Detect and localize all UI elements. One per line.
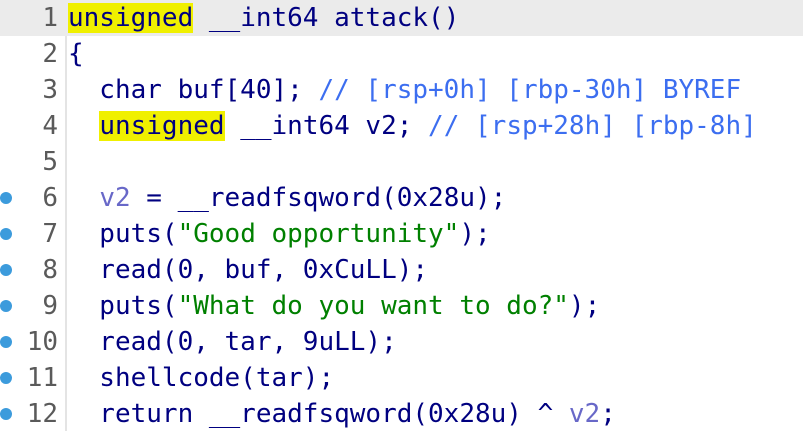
code-line[interactable]: 6 v2 = __readfsqword(0x28u); bbox=[0, 180, 803, 216]
code-token: read(0, tar, 9uLL); bbox=[68, 327, 397, 357]
code-token: ; bbox=[600, 399, 616, 429]
breakpoint-dot-icon[interactable] bbox=[0, 228, 12, 240]
code-line[interactable]: 11 shellcode(tar); bbox=[0, 360, 803, 396]
breakpoint-dot-icon[interactable] bbox=[0, 192, 12, 204]
code-token: "What do you want to do?" bbox=[177, 291, 569, 321]
code-token: { bbox=[68, 39, 84, 69]
line-number: 10 bbox=[26, 327, 58, 357]
code-text: shellcode(tar); bbox=[68, 360, 334, 396]
code-token: __int64 attack() bbox=[193, 3, 460, 33]
code-token: ); bbox=[459, 219, 491, 249]
code-line[interactable]: 3 char buf[40]; // [rsp+0h] [rbp-30h] BY… bbox=[0, 72, 803, 108]
code-token: char buf[40]; bbox=[68, 75, 319, 105]
code-token: = __readfsqword(0x28u); bbox=[130, 183, 507, 213]
line-number: 6 bbox=[42, 183, 58, 213]
line-number: 11 bbox=[26, 363, 58, 393]
breakpoint-dot-icon[interactable] bbox=[0, 372, 12, 384]
line-number: 3 bbox=[42, 75, 58, 105]
code-line[interactable]: 10 read(0, tar, 9uLL); bbox=[0, 324, 803, 360]
code-line[interactable]: 9 puts("What do you want to do?"); bbox=[0, 288, 803, 324]
code-text: puts("Good opportunity"); bbox=[68, 216, 491, 252]
code-text: unsigned __int64 attack() bbox=[68, 0, 459, 36]
line-number: 1 bbox=[42, 3, 58, 33]
code-line[interactable]: 1 unsigned __int64 attack() bbox=[0, 0, 803, 36]
breakpoint-dot-icon[interactable] bbox=[0, 336, 12, 348]
breakpoint-dot-icon[interactable] bbox=[0, 408, 12, 420]
code-token: // [rsp+0h] [rbp-30h] BYREF bbox=[318, 75, 742, 105]
line-number: 7 bbox=[42, 219, 58, 249]
code-line[interactable]: 4 unsigned __int64 v2; // [rsp+28h] [rbp… bbox=[0, 108, 803, 144]
code-token: // [rsp+28h] [rbp-8h] bbox=[428, 111, 757, 141]
code-text: puts("What do you want to do?"); bbox=[68, 288, 600, 324]
code-token: read(0, buf, 0xCuLL); bbox=[68, 255, 429, 285]
code-token: return __readfsqword(0x28u) ^ bbox=[68, 399, 569, 429]
code-token: puts( bbox=[68, 219, 178, 249]
code-text: read(0, tar, 9uLL); bbox=[68, 324, 397, 360]
code-token: ); bbox=[568, 291, 601, 321]
code-text: unsigned __int64 v2; // [rsp+28h] [rbp-8… bbox=[68, 108, 757, 144]
code-line[interactable]: 2{ bbox=[0, 36, 803, 72]
code-text: char buf[40]; // [rsp+0h] [rbp-30h] BYRE… bbox=[68, 72, 741, 108]
code-text: return __readfsqword(0x28u) ^ v2; bbox=[68, 396, 616, 431]
code-token: puts( bbox=[68, 291, 178, 321]
pseudocode-editor[interactable]: 1 unsigned __int64 attack() 2{3 char buf[4… bbox=[0, 0, 803, 431]
code-line[interactable]: 8 read(0, buf, 0xCuLL); bbox=[0, 252, 803, 288]
line-number: 2 bbox=[42, 39, 58, 69]
breakpoint-dot-icon[interactable] bbox=[0, 264, 12, 276]
code-token: v2 bbox=[568, 399, 601, 429]
line-number: 9 bbox=[42, 291, 58, 321]
code-line[interactable]: 12 return __readfsqword(0x28u) ^ v2; bbox=[0, 396, 803, 431]
code-token: unsigned bbox=[99, 111, 225, 141]
code-token: __int64 v2; bbox=[224, 111, 429, 141]
code-text: read(0, buf, 0xCuLL); bbox=[68, 252, 428, 288]
code-line[interactable]: 5 bbox=[0, 144, 803, 180]
code-text: { bbox=[68, 36, 84, 72]
line-number: 4 bbox=[42, 111, 58, 141]
line-number: 5 bbox=[42, 147, 58, 177]
line-number: 12 bbox=[26, 399, 58, 429]
code-line[interactable]: 7 puts("Good opportunity"); bbox=[0, 216, 803, 252]
code-token: v2 bbox=[99, 183, 131, 213]
line-number: 8 bbox=[42, 255, 58, 285]
code-token: unsigned bbox=[68, 3, 194, 33]
code-token: shellcode(tar); bbox=[68, 363, 335, 393]
breakpoint-dot-icon[interactable] bbox=[0, 300, 12, 312]
code-text: v2 = __readfsqword(0x28u); bbox=[68, 180, 506, 216]
code-token: "Good opportunity" bbox=[177, 219, 460, 249]
